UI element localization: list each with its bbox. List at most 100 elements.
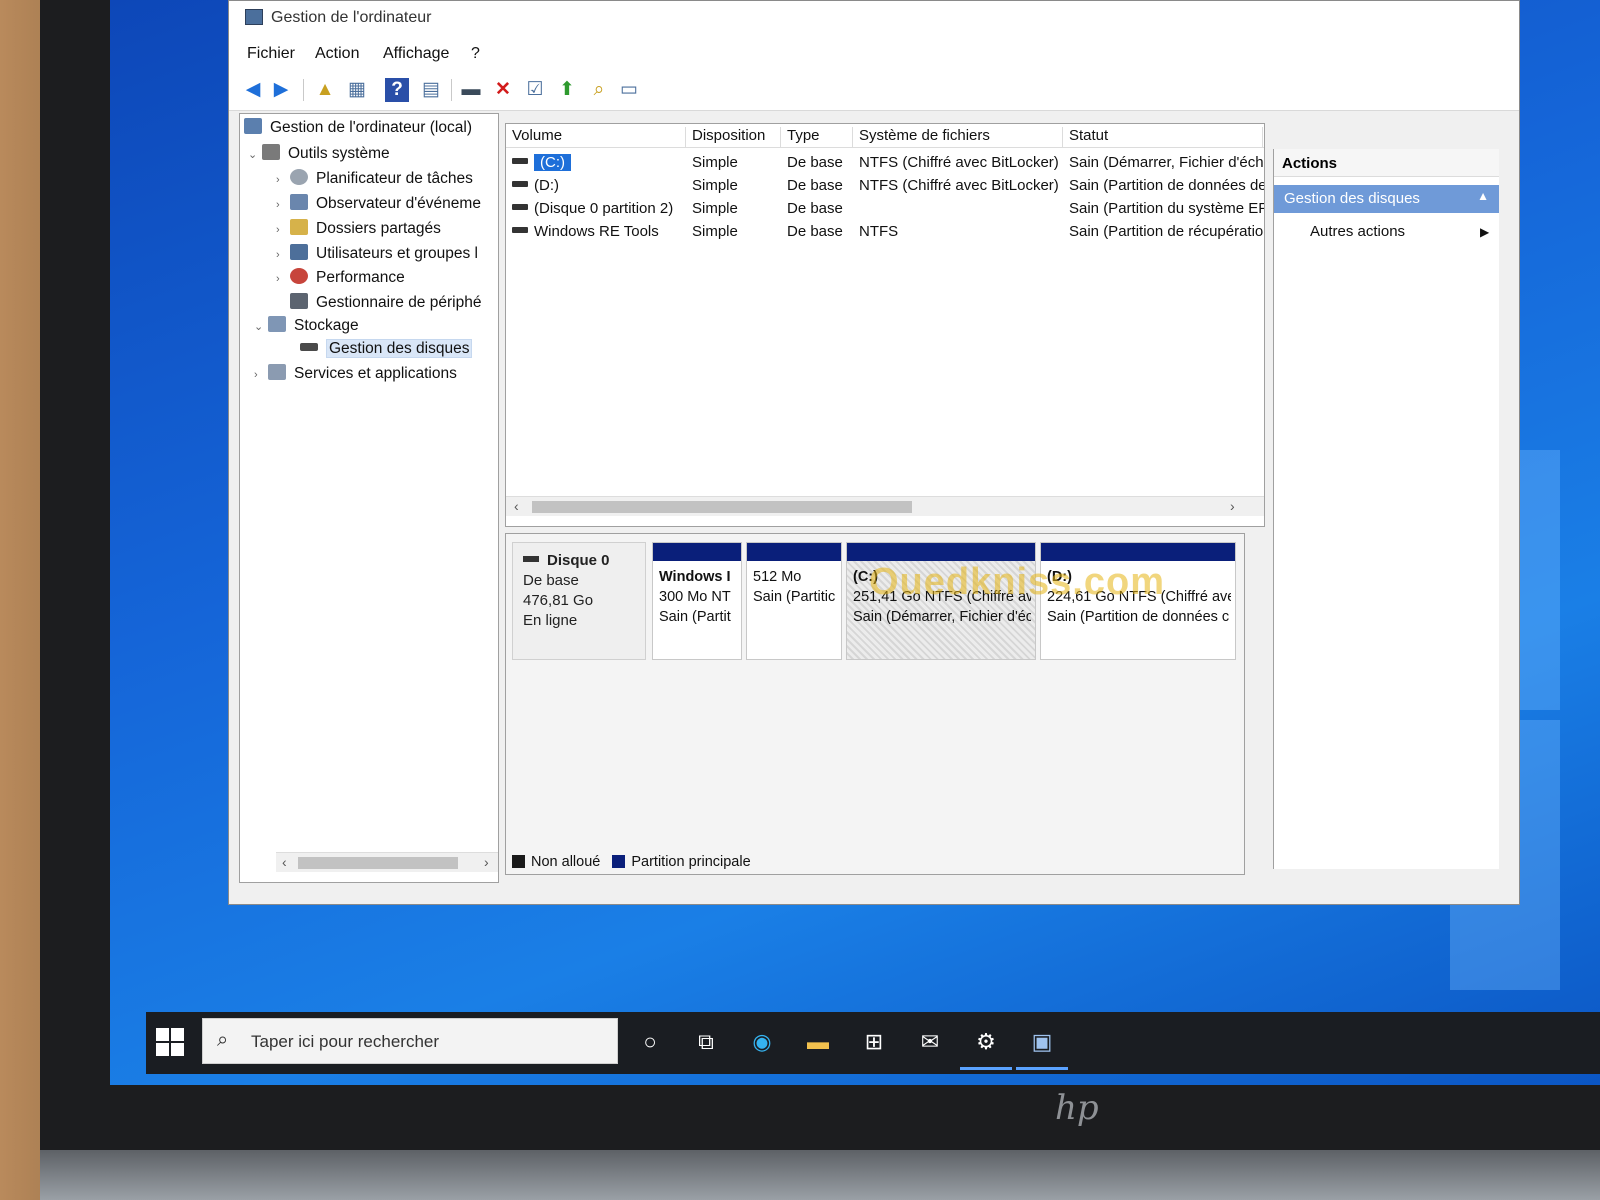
- properties-icon[interactable]: ▤: [419, 78, 443, 102]
- toolbar-separator: [451, 79, 452, 101]
- search-icon[interactable]: ⌕: [587, 78, 611, 102]
- table-row[interactable]: Windows RE Tools Simple De base NTFS Sai…: [506, 221, 1264, 244]
- view-icon[interactable]: ▭: [617, 78, 641, 102]
- taskbar: ⌕ Taper ici pour rechercher ○ ⧉ ◉ ▬ ⊞ ✉ …: [146, 1012, 1600, 1074]
- menu-fichier[interactable]: Fichier: [247, 45, 295, 63]
- tree-system-tools[interactable]: ⌄ Outils système: [248, 144, 390, 163]
- cell-layout: Simple: [692, 154, 738, 171]
- chevron-right-icon[interactable]: ›: [276, 199, 290, 211]
- scroll-left-icon[interactable]: ‹: [282, 854, 287, 870]
- users-icon: [290, 244, 308, 260]
- column-filesystem[interactable]: Système de fichiers: [853, 127, 1063, 147]
- tree-item-label: Planificateur de tâches: [316, 170, 473, 187]
- scroll-left-icon[interactable]: ‹: [514, 498, 519, 514]
- chevron-right-icon[interactable]: ›: [276, 174, 290, 186]
- title-bar[interactable]: Gestion de l'ordinateur: [229, 1, 1519, 41]
- delete-icon[interactable]: ✕: [491, 78, 515, 102]
- legend-primary: Partition principale: [631, 854, 751, 870]
- scroll-thumb[interactable]: [298, 857, 458, 869]
- column-status[interactable]: Statut: [1063, 127, 1263, 147]
- chevron-right-icon[interactable]: ›: [276, 249, 290, 261]
- event-viewer-icon: [290, 194, 308, 210]
- computer-management-icon[interactable]: ▣: [1016, 1026, 1068, 1070]
- chevron-down-icon[interactable]: ⌄: [248, 148, 262, 161]
- partition-efi[interactable]: 512 Mo Sain (Partitic: [746, 542, 842, 660]
- table-row[interactable]: (D:) Simple De base NTFS (Chiffré avec B…: [506, 175, 1264, 198]
- computer-management-icon: [245, 9, 263, 25]
- start-button[interactable]: [156, 1028, 186, 1058]
- volume-horizontal-scrollbar[interactable]: ‹ ›: [506, 496, 1264, 516]
- window-title: Gestion de l'ordinateur: [271, 9, 432, 26]
- table-row[interactable]: (C:) Simple De base NTFS (Chiffré avec B…: [506, 152, 1264, 175]
- disk-icon: [300, 343, 318, 351]
- column-volume[interactable]: Volume: [506, 127, 686, 147]
- tree-item-performance[interactable]: › Performance: [276, 268, 405, 287]
- task-view-icon[interactable]: ⧉: [690, 1026, 722, 1058]
- checklist-icon[interactable]: ☑: [523, 78, 547, 102]
- toolbar: ◀ ▶ ▲ ▦ ? ▤ ▬ ✕ ☑ ⬆ ⌕ ▭: [229, 69, 1519, 111]
- tree-horizontal-scrollbar[interactable]: ‹ ›: [276, 852, 498, 872]
- cell-status: Sain (Partition de données de: [1069, 177, 1265, 194]
- disk-info[interactable]: Disque 0 De base 476,81 Go En ligne: [512, 542, 646, 660]
- show-hide-console-tree-icon[interactable]: ▦: [345, 78, 369, 102]
- cell-type: De base: [787, 177, 843, 194]
- connect-icon[interactable]: ▬: [459, 78, 483, 102]
- tree-system-tools-label: Outils système: [288, 145, 390, 162]
- file-explorer-icon[interactable]: ▬: [802, 1026, 834, 1058]
- column-type[interactable]: Type: [781, 127, 853, 147]
- cell-volume: Windows RE Tools: [512, 223, 684, 240]
- tree-item-users-groups[interactable]: › Utilisateurs et groupes l: [276, 244, 478, 263]
- partition-title: Windows I: [659, 569, 731, 585]
- menu-help[interactable]: ?: [471, 45, 480, 63]
- partition-bar: [847, 543, 1035, 561]
- arrow-right-icon[interactable]: ▶: [269, 78, 293, 102]
- store-icon[interactable]: ⊞: [858, 1026, 890, 1058]
- chevron-right-icon[interactable]: ›: [254, 369, 268, 381]
- tree-item-task-scheduler[interactable]: › Planificateur de tâches: [276, 169, 473, 188]
- mail-icon[interactable]: ✉: [914, 1026, 946, 1058]
- action-other-actions-label: Autres actions: [1310, 223, 1406, 240]
- tree-item-event-viewer[interactable]: › Observateur d'événeme: [276, 194, 481, 213]
- settings-icon[interactable]: ⚙: [960, 1026, 1012, 1070]
- partition-windows-re[interactable]: Windows I 300 Mo NT Sain (Partit: [652, 542, 742, 660]
- menu-action[interactable]: Action: [315, 45, 359, 63]
- column-layout[interactable]: Disposition: [686, 127, 781, 147]
- chevron-down-icon[interactable]: ⌄: [254, 320, 268, 333]
- menu-affichage[interactable]: Affichage: [383, 45, 449, 63]
- partition-size: 300 Mo NT: [659, 589, 731, 605]
- edge-icon[interactable]: ◉: [746, 1026, 778, 1058]
- chevron-right-icon[interactable]: ›: [276, 224, 290, 236]
- tree-item-device-manager[interactable]: Gestionnaire de périphé: [290, 293, 481, 312]
- disk-icon: [512, 204, 528, 210]
- computer-management-window: Gestion de l'ordinateur — ☐ ✕ Fichier Ac…: [228, 0, 1520, 905]
- action-other-actions[interactable]: Autres actions: [1310, 223, 1405, 240]
- scroll-right-icon[interactable]: ›: [1230, 498, 1235, 514]
- services-icon: [268, 364, 286, 380]
- submenu-arrow-icon[interactable]: ▶: [1480, 225, 1489, 239]
- menu-bar: Fichier Action Affichage ?: [229, 41, 1519, 69]
- search-box[interactable]: ⌕ Taper ici pour rechercher: [202, 1018, 618, 1064]
- collapse-up-icon[interactable]: ▲: [1477, 189, 1489, 203]
- scroll-right-icon[interactable]: ›: [484, 854, 489, 870]
- scroll-thumb[interactable]: [532, 501, 912, 513]
- disk-size: 476,81 Go: [523, 592, 594, 609]
- up-folder-icon[interactable]: ▲: [313, 78, 337, 102]
- tree-services[interactable]: › Services et applications: [254, 364, 457, 383]
- volume-name: (C:): [534, 154, 571, 171]
- actions-header: Actions: [1274, 149, 1499, 177]
- volume-name: (D:): [534, 177, 559, 194]
- tree-item-shared-folders[interactable]: › Dossiers partagés: [276, 219, 441, 238]
- chevron-right-icon[interactable]: ›: [276, 273, 290, 285]
- tree-root[interactable]: Gestion de l'ordinateur (local): [244, 118, 472, 137]
- cortana-icon[interactable]: ○: [634, 1026, 666, 1058]
- partition-size: 512 Mo: [753, 569, 802, 585]
- help-icon[interactable]: ?: [385, 78, 409, 102]
- tree-storage[interactable]: ⌄ Stockage: [254, 316, 359, 335]
- table-row[interactable]: (Disque 0 partition 2) Simple De base Sa…: [506, 198, 1264, 221]
- arrow-left-icon[interactable]: ◀: [241, 78, 265, 102]
- disk-legend: Non alloué Partition principale: [512, 854, 751, 870]
- up-arrow-icon[interactable]: ⬆: [555, 78, 579, 102]
- tree-item-disk-management[interactable]: Gestion des disques: [300, 339, 473, 358]
- volume-name: (Disque 0 partition 2): [534, 200, 674, 217]
- actions-section-disk-management[interactable]: Gestion des disques ▲: [1274, 185, 1499, 213]
